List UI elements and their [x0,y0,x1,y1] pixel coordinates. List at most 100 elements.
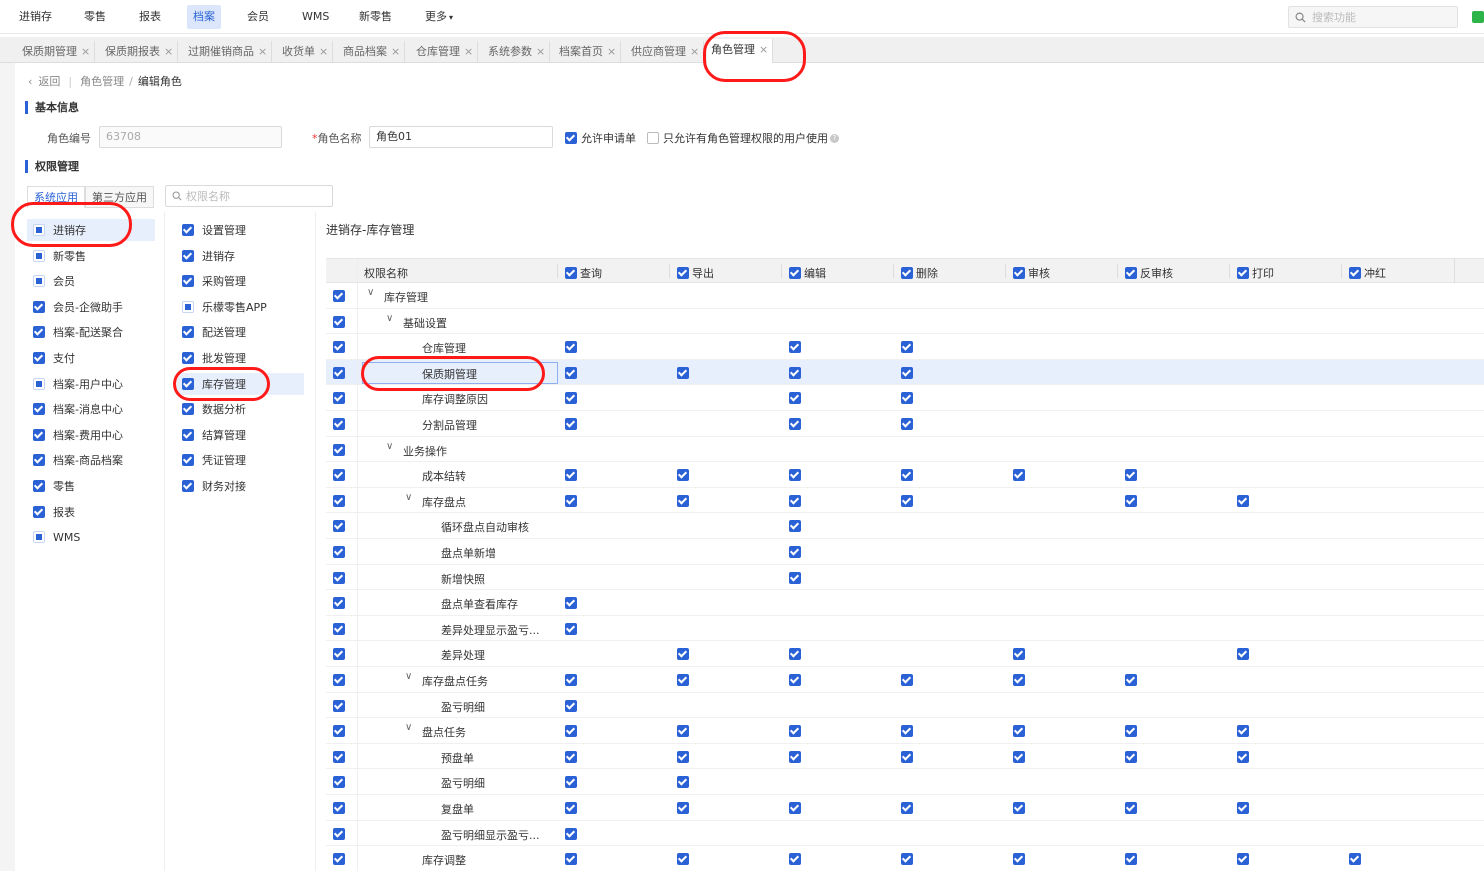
grid-header-column[interactable]: 冲红 [1349,265,1386,281]
tab-10[interactable]: 角色管理 × [707,39,774,63]
nav-item[interactable]: 新零售 [353,5,398,29]
submodule-checkbox[interactable] [182,326,194,339]
grid-header-column[interactable]: 删除 [901,265,938,281]
close-icon[interactable]: × [391,45,400,58]
permission-checkbox[interactable] [565,622,577,635]
module-checkbox[interactable] [33,326,45,339]
permission-checkbox[interactable] [565,853,577,866]
permission-checkbox[interactable] [677,674,689,686]
permission-checkbox[interactable] [1237,648,1249,661]
permission-checkbox[interactable] [565,469,577,482]
permission-checkbox[interactable] [1013,853,1025,866]
submodule-item[interactable]: 凭证管理 [176,449,304,471]
permission-checkbox[interactable] [1013,725,1025,738]
chevron-down-icon[interactable]: ∨ [405,722,412,733]
permission-checkbox[interactable] [789,366,801,379]
module-checkbox[interactable] [33,454,45,467]
permission-checkbox[interactable] [901,494,913,507]
submodule-checkbox[interactable] [182,428,194,441]
allow-apply-checkbox[interactable] [565,132,577,144]
permission-search-input[interactable]: 权限名称 [165,185,333,207]
row-checkbox[interactable] [333,622,345,635]
close-icon[interactable]: × [164,45,173,58]
permission-checkbox[interactable] [677,853,689,866]
module-checkbox[interactable] [33,480,45,492]
permission-checkbox[interactable] [565,699,577,712]
permission-checkbox[interactable] [789,853,801,866]
app-tab[interactable]: 第三方应用 [85,186,154,208]
module-checkbox[interactable] [33,249,45,262]
row-checkbox[interactable] [333,725,345,738]
row-checkbox[interactable] [333,341,345,354]
submodule-checkbox[interactable] [182,377,194,390]
allow-apply-option[interactable]: 允许申请单 [565,130,636,146]
permission-checkbox[interactable] [565,494,577,507]
submodule-item[interactable]: 财务对接 [176,475,304,497]
permission-checkbox[interactable] [565,392,577,405]
tab-7[interactable]: 系统参数 × [484,41,551,63]
permission-checkbox[interactable] [565,827,577,840]
permission-checkbox[interactable] [677,366,689,379]
permission-checkbox[interactable] [1125,469,1137,482]
permission-checkbox[interactable] [677,494,689,507]
tab-2[interactable]: 保质期报表 × [101,41,179,63]
permission-checkbox[interactable] [901,418,913,430]
nav-item[interactable]: 档案 [187,5,221,29]
module-item[interactable]: 支付 [27,347,155,369]
permission-checkbox[interactable] [565,725,577,738]
module-item[interactable]: 报表 [27,501,155,523]
column-checkbox[interactable] [565,267,577,279]
row-checkbox[interactable] [333,392,345,405]
only-admin-checkbox[interactable] [647,132,659,144]
module-checkbox[interactable] [33,224,45,236]
permission-checkbox[interactable] [789,469,801,482]
nav-item[interactable]: 报表 [133,5,167,29]
grid-header-column[interactable]: 编辑 [789,265,826,281]
row-checkbox[interactable] [333,366,345,379]
module-checkbox[interactable] [33,275,45,288]
submodule-checkbox[interactable] [182,300,194,313]
permission-checkbox[interactable] [1013,469,1025,482]
permission-checkbox[interactable] [901,674,913,686]
module-item[interactable]: 进销存 [27,219,155,241]
permission-checkbox[interactable] [565,597,577,610]
module-item[interactable]: WMS [27,526,155,548]
permission-checkbox[interactable] [789,674,801,686]
row-checkbox[interactable] [333,546,345,558]
row-checkbox[interactable] [333,571,345,584]
permission-checkbox[interactable] [565,366,577,379]
submodule-item[interactable]: 设置管理 [176,219,304,241]
permission-checkbox[interactable] [565,674,577,686]
back-chevron-icon[interactable]: ‹ [28,75,32,88]
permission-checkbox[interactable] [565,418,577,430]
module-item[interactable]: 新零售 [27,245,155,267]
permission-checkbox[interactable] [677,648,689,661]
submodule-item[interactable]: 数据分析 [176,398,304,420]
submodule-checkbox[interactable] [182,275,194,288]
permission-checkbox[interactable] [789,418,801,430]
breadcrumb-parent[interactable]: 角色管理 [80,73,124,89]
row-checkbox[interactable] [333,597,345,610]
permission-checkbox[interactable] [565,750,577,763]
column-checkbox[interactable] [1237,267,1249,279]
permission-checkbox[interactable] [789,392,801,405]
permission-checkbox[interactable] [901,802,913,814]
module-checkbox[interactable] [33,352,45,364]
row-checkbox[interactable] [333,802,345,814]
column-checkbox[interactable] [789,267,801,279]
submodule-item[interactable]: 采购管理 [176,270,304,292]
column-checkbox[interactable] [677,267,689,279]
permission-checkbox[interactable] [1237,802,1249,814]
chevron-down-icon[interactable]: ∨ [405,671,412,682]
module-item[interactable]: 档案-消息中心 [27,398,155,420]
tab-4[interactable]: 收货单 × [278,41,334,63]
close-icon[interactable]: × [536,45,545,58]
module-item[interactable]: 档案-费用中心 [27,424,155,446]
close-icon[interactable]: × [464,45,473,58]
permission-checkbox[interactable] [677,776,689,789]
row-checkbox[interactable] [333,776,345,789]
permission-checkbox[interactable] [1237,853,1249,866]
nav-item[interactable]: WMS [296,5,335,29]
nav-item[interactable]: 进销存 [13,5,58,29]
permission-checkbox[interactable] [1125,802,1137,814]
